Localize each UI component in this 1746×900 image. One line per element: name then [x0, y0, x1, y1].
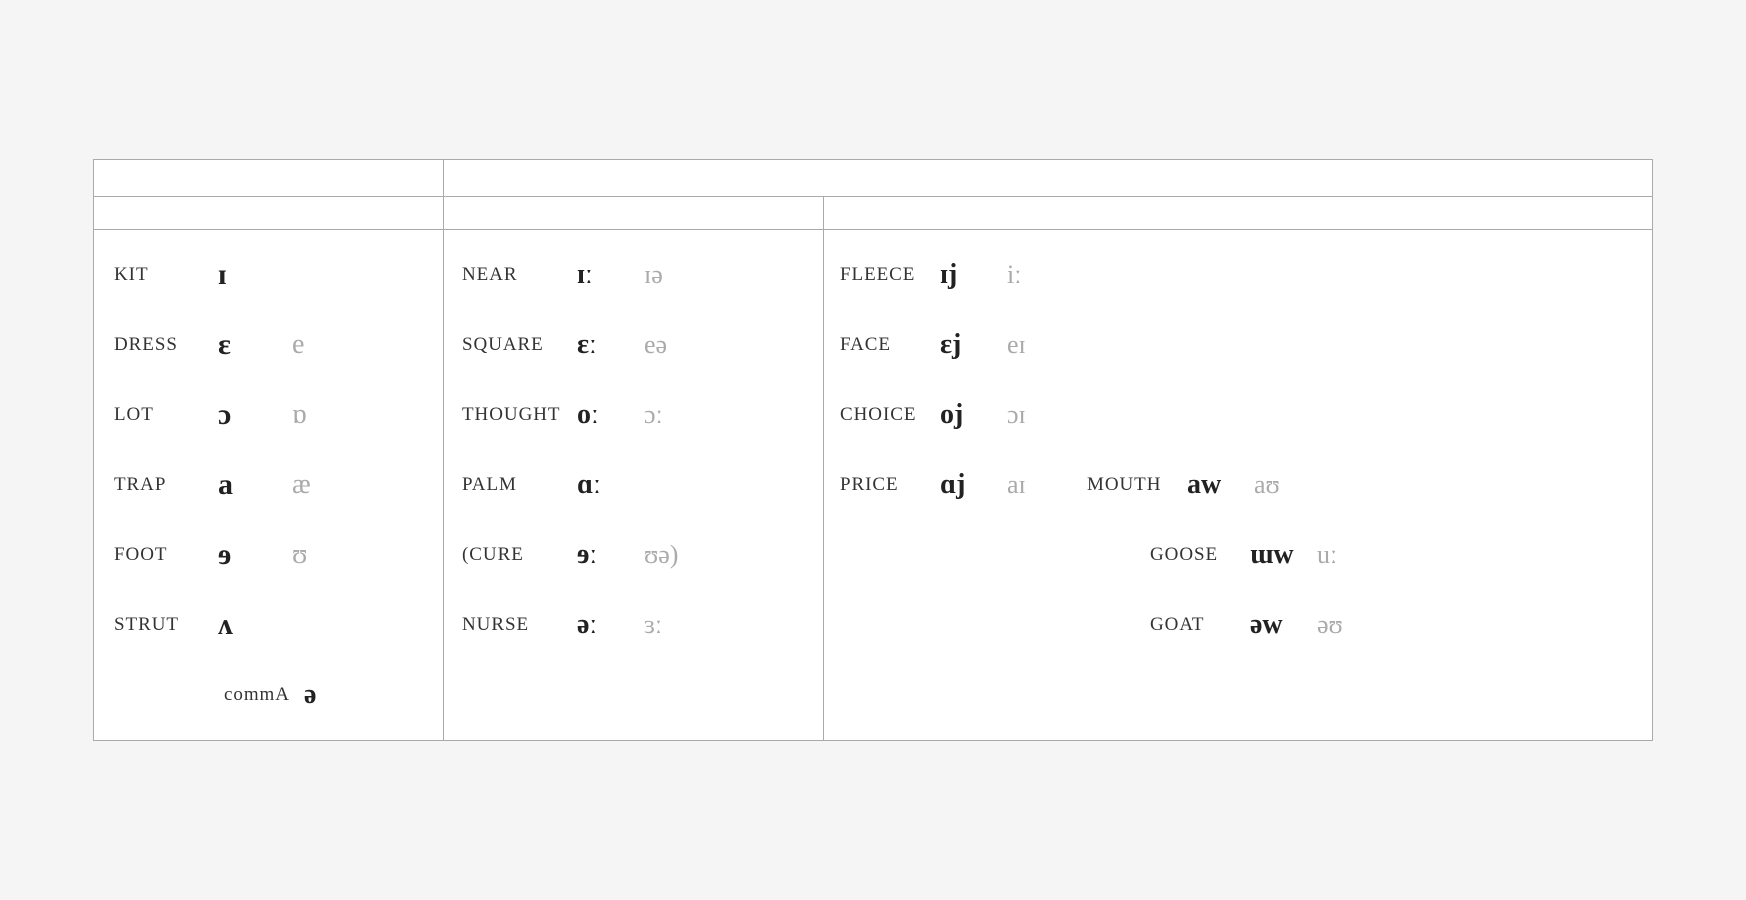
ipa-secondary: iː	[1007, 260, 1057, 290]
ipa-secondary: aʊ	[1254, 470, 1304, 500]
vowel-word: commA	[224, 684, 290, 706]
ipa-secondary: ɜː	[644, 610, 662, 640]
ipa-primary: ə	[304, 679, 316, 711]
diph-entry-right: MOUTH aw aʊ	[1087, 469, 1304, 501]
list-item: GOAT əw əʊ	[824, 590, 1652, 660]
ipa-primary: ɑj	[940, 469, 995, 501]
diph-entry-left: FLEECE ɪj iː	[840, 259, 1057, 291]
ipa-secondary: æ	[292, 469, 342, 501]
vowel-word: STRUT	[114, 614, 204, 636]
content-area: KIT ɪ DRESS ɛ e LOT ɔ ɒ TRAP a æ FOOT ɘ …	[94, 230, 1652, 740]
vowel-table: KIT ɪ DRESS ɛ e LOT ɔ ɒ TRAP a æ FOOT ɘ …	[93, 159, 1653, 741]
ipa-primary: ɪj	[940, 259, 995, 291]
ipa-primary: ɑː	[577, 469, 632, 501]
vowel-word: KIT	[114, 264, 204, 286]
ipa-primary: ɔ	[218, 398, 278, 432]
vowel-word: LOT	[114, 404, 204, 426]
list-item: PRICE ɑj aɪ MOUTH aw aʊ	[824, 450, 1652, 520]
col-linking-r: NEAR ɪː ɪə SQUARE ɛː eə THOUGHT oː ɔː PA…	[444, 230, 824, 740]
ipa-primary: ɘː	[577, 539, 632, 571]
col-diphthongs: FLEECE ɪj iː FACE ɛj eɪ CHOICE oj ɔɪ PRI…	[824, 230, 1652, 740]
header-linking-r	[444, 197, 824, 229]
vowel-word: NEAR	[462, 264, 567, 286]
vowel-word: MOUTH	[1087, 474, 1177, 496]
vowel-word: (CURE	[462, 544, 567, 566]
header-diphthongs	[824, 197, 1652, 229]
list-item: CHOICE oj ɔɪ	[824, 380, 1652, 450]
header-empty	[94, 197, 444, 229]
diph-entry-right: GOOSE ɯw uː	[1150, 539, 1367, 571]
col-short-lax: KIT ɪ DRESS ɛ e LOT ɔ ɒ TRAP a æ FOOT ɘ …	[94, 230, 444, 740]
ipa-secondary: ʊ	[292, 539, 342, 571]
diph-entry-left: FACE ɛj eɪ	[840, 329, 1057, 361]
header-short-lax	[94, 160, 444, 196]
list-item: FACE ɛj eɪ	[824, 310, 1652, 380]
ipa-primary: ʌ	[218, 608, 278, 642]
list-item: TRAP a æ	[94, 450, 443, 520]
list-item: FOOT ɘ ʊ	[94, 520, 443, 590]
vowel-word: GOAT	[1150, 614, 1240, 636]
ipa-secondary: uː	[1317, 540, 1367, 570]
list-item: commA ə	[94, 660, 443, 730]
vowel-word: SQUARE	[462, 334, 567, 356]
list-item: PALM ɑː	[444, 450, 823, 520]
ipa-primary: ɪː	[577, 259, 632, 291]
ipa-primary: ɛː	[577, 329, 632, 361]
ipa-primary: əw	[1250, 609, 1305, 641]
list-item: SQUARE ɛː eə	[444, 310, 823, 380]
ipa-primary: ɛj	[940, 329, 995, 361]
vowel-word: GOOSE	[1150, 544, 1240, 566]
list-item: DRESS ɛ e	[94, 310, 443, 380]
ipa-secondary: eə	[644, 330, 667, 360]
ipa-secondary: eɪ	[1007, 330, 1057, 360]
ipa-primary: ɪ	[218, 258, 278, 292]
header-row-2	[94, 197, 1652, 230]
ipa-secondary: aɪ	[1007, 470, 1057, 500]
vowel-word: TRAP	[114, 474, 204, 496]
ipa-primary: a	[218, 468, 278, 502]
header-long-tense	[444, 160, 1652, 196]
ipa-secondary: ʊə)	[644, 540, 678, 570]
vowel-word: NURSE	[462, 614, 567, 636]
list-item: FLEECE ɪj iː	[824, 240, 1652, 310]
list-item: NURSE əː ɜː	[444, 590, 823, 660]
vowel-word: DRESS	[114, 334, 204, 356]
vowel-word: PRICE	[840, 474, 930, 496]
diph-entry-left: PRICE ɑj aɪ	[840, 469, 1057, 501]
list-item: NEAR ɪː ɪə	[444, 240, 823, 310]
ipa-secondary: e	[292, 329, 342, 361]
ipa-secondary: ɔɪ	[1007, 400, 1057, 430]
list-item: (CURE ɘː ʊə)	[444, 520, 823, 590]
list-item: GOOSE ɯw uː	[824, 520, 1652, 590]
ipa-secondary: ɪə	[644, 260, 663, 290]
ipa-primary: əː	[577, 609, 632, 641]
list-item: THOUGHT oː ɔː	[444, 380, 823, 450]
ipa-primary: oj	[940, 399, 995, 431]
vowel-word: FOOT	[114, 544, 204, 566]
ipa-secondary: əʊ	[1317, 610, 1367, 640]
diph-entry-right: GOAT əw əʊ	[1150, 609, 1367, 641]
ipa-secondary: ɒ	[292, 399, 342, 431]
vowel-word: CHOICE	[840, 404, 930, 426]
ipa-primary: ɘ	[218, 538, 278, 572]
vowel-word: FLEECE	[840, 264, 930, 286]
ipa-primary: aw	[1187, 469, 1242, 501]
ipa-primary: oː	[577, 399, 632, 431]
vowel-word: FACE	[840, 334, 930, 356]
diph-entry-left: CHOICE oj ɔɪ	[840, 399, 1057, 431]
ipa-secondary: ɔː	[644, 400, 663, 430]
list-item: LOT ɔ ɒ	[94, 380, 443, 450]
vowel-word: THOUGHT	[462, 404, 567, 426]
ipa-primary: ɛ	[218, 328, 278, 362]
list-item: KIT ɪ	[94, 240, 443, 310]
header-row-1	[94, 160, 1652, 197]
ipa-primary: ɯw	[1250, 539, 1305, 571]
list-item: STRUT ʌ	[94, 590, 443, 660]
vowel-word: PALM	[462, 474, 567, 496]
